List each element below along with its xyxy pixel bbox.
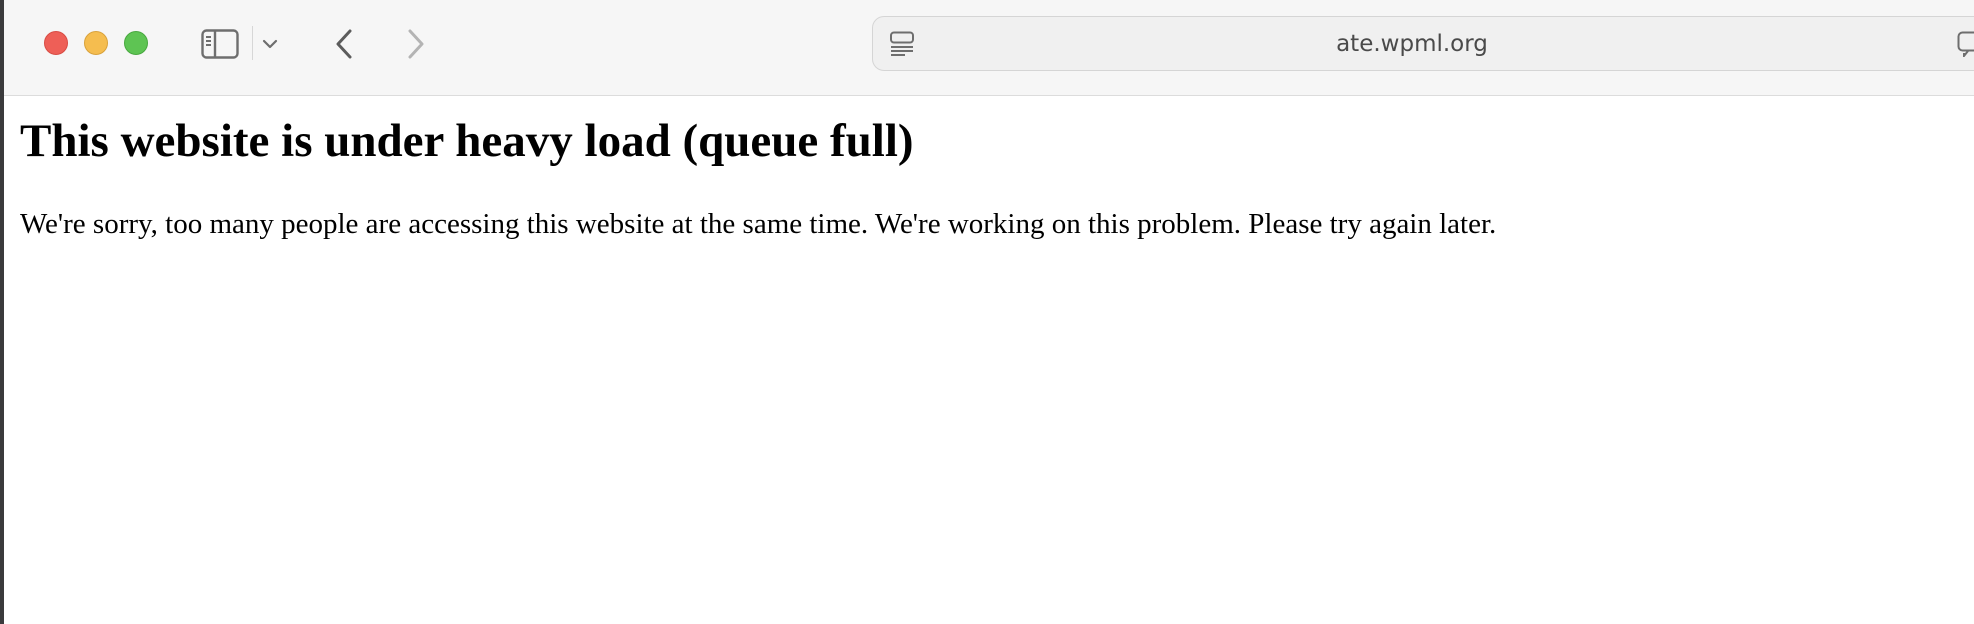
sidebar-icon: [201, 29, 239, 59]
sidebar-menu-button[interactable]: [258, 32, 282, 56]
forward-button[interactable]: [398, 24, 434, 64]
zoom-window-button[interactable]: [124, 31, 148, 55]
back-button[interactable]: [326, 24, 362, 64]
error-message: We're sorry, too many people are accessi…: [20, 208, 1497, 240]
url-text[interactable]: ate.wpml.org: [873, 31, 1974, 57]
page-heading: This website is under heavy load (queue …: [20, 115, 914, 167]
chevron-left-icon: [336, 29, 352, 59]
toolbar-divider: [252, 26, 253, 60]
close-window-button[interactable]: [44, 31, 68, 55]
browser-toolbar: ate.wpml.org: [4, 0, 1974, 96]
chevron-right-icon: [408, 29, 424, 59]
sidebar-toggle-button[interactable]: [196, 24, 244, 64]
minimize-window-button[interactable]: [84, 31, 108, 55]
address-bar[interactable]: ate.wpml.org: [872, 16, 1974, 71]
translate-icon[interactable]: [1957, 31, 1974, 59]
chevron-down-icon: [262, 39, 278, 49]
